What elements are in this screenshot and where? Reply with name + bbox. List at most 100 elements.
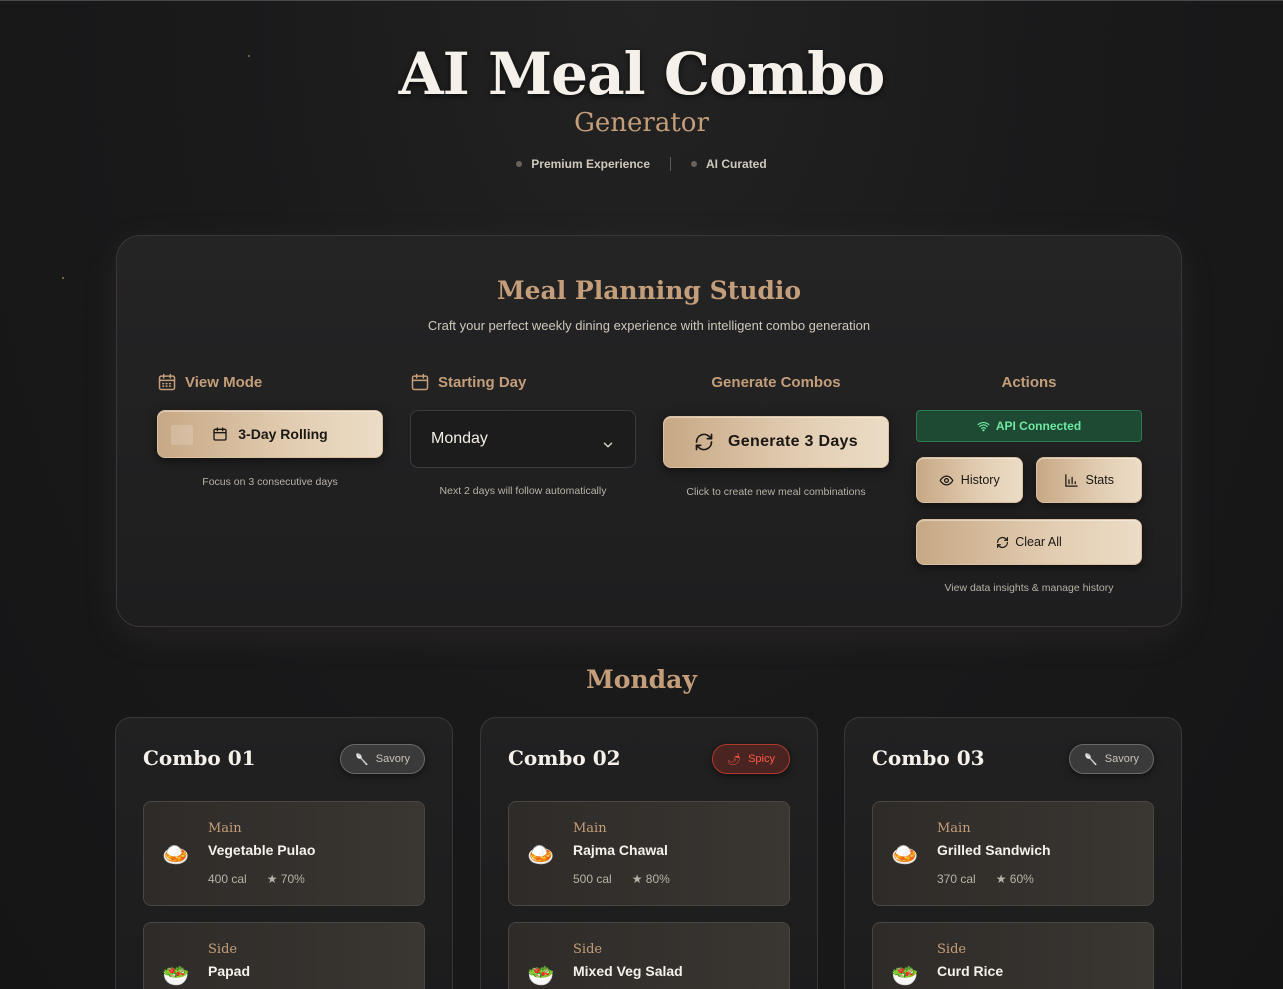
starting-day-value: Monday <box>431 430 488 447</box>
wifi-icon <box>977 421 990 431</box>
salad-icon: 🥗 <box>891 963 919 988</box>
button-highlight <box>171 425 193 445</box>
chevron-down-icon <box>603 442 613 448</box>
chili-icon: 🌶 <box>727 753 742 766</box>
page-subtitle: Generator <box>574 108 709 138</box>
side-dish-item[interactable]: 🥗 Side Mixed Veg Salad <box>508 922 790 989</box>
studio-title: Meal Planning Studio <box>496 276 802 305</box>
combo-title: Combo 02 <box>508 746 621 770</box>
actions-row: History Stats <box>916 457 1142 503</box>
view-mode-section: View Mode 3-Day Rolling Focus on 3 conse… <box>157 372 383 488</box>
item-category: Main <box>937 821 971 836</box>
view-mode-button-label: 3-Day Rolling <box>238 426 328 442</box>
item-calories: 400 cal <box>208 872 247 886</box>
item-name: Rajma Chawal <box>573 842 668 858</box>
stats-button[interactable]: Stats <box>1035 457 1142 503</box>
combo-tag-label: Savory <box>1104 753 1139 765</box>
generate-heading: Generate Combos <box>663 372 889 392</box>
combo-tag-savory[interactable]: 🥄 Savory <box>1069 744 1154 774</box>
item-category: Side <box>573 942 603 957</box>
starting-day-heading: Starting Day <box>410 372 636 392</box>
view-mode-button[interactable]: 3-Day Rolling <box>157 410 383 458</box>
stats-button-label: Stats <box>1085 473 1115 487</box>
item-name: Grilled Sandwich <box>937 842 1051 858</box>
item-calories: 370 cal <box>937 872 976 886</box>
item-meta: 370 cal ★ 60% <box>937 872 1034 886</box>
studio-description: Craft your perfect weekly dining experie… <box>427 318 871 333</box>
history-button[interactable]: History <box>916 457 1023 503</box>
spoon-icon: 🥄 <box>355 753 369 766</box>
calendar-icon <box>213 427 227 441</box>
view-mode-label: View Mode <box>185 373 263 391</box>
starting-day-select[interactable]: Monday <box>410 410 636 468</box>
combo-tag-label: Savory <box>375 753 410 765</box>
view-mode-hint: Focus on 3 consecutive days <box>202 476 338 488</box>
combo-card: Combo 03 🥄 Savory 🍛 Main Grilled Sandwic… <box>844 717 1182 989</box>
history-button-label: History <box>960 473 1000 487</box>
combo-card: Combo 02 🌶 Spicy 🍛 Main Rajma Chawal 500… <box>480 717 818 989</box>
combo-tag-spicy[interactable]: 🌶 Spicy <box>712 744 790 774</box>
item-category: Main <box>208 821 242 836</box>
day-heading: Monday <box>586 665 697 694</box>
actions-section: Actions API Connected History Stats Clea… <box>916 372 1142 594</box>
combo-tag-savory[interactable]: 🥄 Savory <box>340 744 425 774</box>
actions-label: Actions <box>1001 373 1057 391</box>
decorative-dot <box>62 277 64 279</box>
dot-icon <box>516 161 523 167</box>
main-dish-item[interactable]: 🍛 Main Vegetable Pulao 400 cal ★ 70% <box>143 801 425 906</box>
item-meta: 500 cal ★ 80% <box>573 872 670 886</box>
badge-label: Premium Experience <box>531 157 651 171</box>
refresh-icon <box>695 433 713 451</box>
badge-label: AI Curated <box>706 157 767 171</box>
starting-day-section: Starting Day Monday Next 2 days will fol… <box>410 372 636 497</box>
badge-ai-curated: AI Curated <box>671 157 787 171</box>
meal-planning-studio: Meal Planning Studio Craft your perfect … <box>116 235 1182 627</box>
item-rating: ★ 60% <box>995 872 1034 886</box>
generate-label: Generate Combos <box>711 373 841 391</box>
item-rating: ★ 80% <box>631 872 670 886</box>
side-dish-item[interactable]: 🥗 Side Curd Rice <box>872 922 1154 989</box>
main-dish-item[interactable]: 🍛 Main Grilled Sandwich 370 cal ★ 60% <box>872 801 1154 906</box>
side-dish-item[interactable]: 🥗 Side Papad <box>143 922 425 989</box>
spoon-icon: 🥄 <box>1084 753 1098 766</box>
starting-day-label: Starting Day <box>438 373 527 391</box>
calendar-grid-icon <box>158 373 176 391</box>
main-dish-item[interactable]: 🍛 Main Rajma Chawal 500 cal ★ 80% <box>508 801 790 906</box>
decorative-dot <box>248 55 250 57</box>
generate-section: Generate Combos Generate 3 Days Click to… <box>663 372 889 498</box>
item-name: Papad <box>208 963 251 979</box>
curry-icon: 🍛 <box>162 842 190 867</box>
clear-all-button-label: Clear All <box>1015 535 1062 549</box>
clear-all-button[interactable]: Clear All <box>916 519 1142 565</box>
calendar-icon <box>411 373 429 391</box>
curry-icon: 🍛 <box>527 842 555 867</box>
api-status-label: API Connected <box>995 419 1082 433</box>
item-name: Mixed Veg Salad <box>573 963 683 979</box>
actions-heading: Actions <box>916 372 1142 392</box>
page-title: AI Meal Combo <box>398 40 886 108</box>
starting-day-hint: Next 2 days will follow automatically <box>439 485 607 497</box>
combo-title: Combo 01 <box>143 746 256 770</box>
item-meta: 400 cal ★ 70% <box>208 872 305 886</box>
item-name: Curd Rice <box>937 963 1004 979</box>
generate-button[interactable]: Generate 3 Days <box>663 416 889 468</box>
item-name: Vegetable Pulao <box>208 842 316 858</box>
badge-premium: Premium Experience <box>496 157 670 171</box>
eye-icon <box>939 475 954 485</box>
item-calories: 500 cal <box>573 872 612 886</box>
item-category: Side <box>208 942 238 957</box>
combo-card: Combo 01 🥄 Savory 🍛 Main Vegetable Pulao… <box>115 717 453 989</box>
combo-title: Combo 03 <box>872 746 985 770</box>
salad-icon: 🥗 <box>527 963 555 988</box>
view-mode-heading: View Mode <box>157 372 383 392</box>
item-category: Main <box>573 821 607 836</box>
api-status-badge: API Connected <box>916 410 1142 442</box>
salad-icon: 🥗 <box>162 963 190 988</box>
dot-icon <box>691 161 698 167</box>
hero-header: AI Meal Combo Generator Premium Experien… <box>0 1 1283 171</box>
item-rating: ★ 70% <box>266 872 305 886</box>
actions-hint: View data insights & manage history <box>944 582 1114 594</box>
refresh-icon <box>997 536 1009 548</box>
generate-hint: Click to create new meal combinations <box>686 486 866 498</box>
bar-chart-icon <box>1064 473 1078 487</box>
